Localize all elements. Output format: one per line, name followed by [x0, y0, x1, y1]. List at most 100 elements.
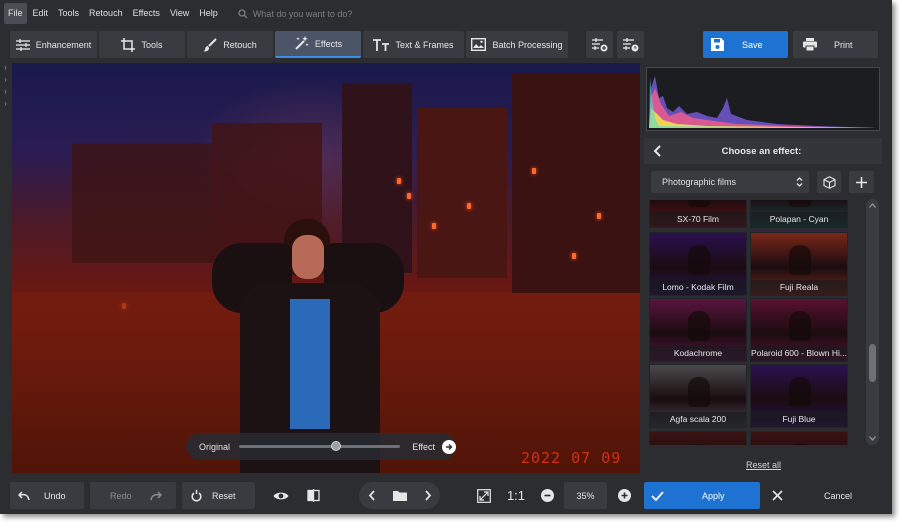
effect-label: Polapan - Cyan	[751, 212, 847, 227]
scrollbar-thumb[interactable]	[869, 344, 876, 382]
magic-wand-icon	[295, 36, 309, 50]
tab-effects[interactable]: Effects	[275, 31, 361, 58]
effect-thumb[interactable]: Polapan - Cyan	[750, 200, 848, 228]
cancel-label: Cancel	[824, 490, 853, 501]
fit-to-screen-button[interactable]	[472, 482, 496, 509]
tab-label: Enhancement	[35, 39, 92, 50]
history-button[interactable]	[617, 31, 644, 58]
chevron-right-icon: ›	[4, 99, 7, 108]
reset-button[interactable]: Reset	[182, 482, 255, 509]
slider-original-label: Original	[199, 441, 231, 452]
effect-thumb[interactable]: Agfa scala 200	[649, 364, 747, 428]
save-button[interactable]: Save	[703, 31, 788, 58]
close-icon	[772, 490, 783, 501]
effects-grid: SX-70 Film Polapan - Cyan Lomo - Kodak F…	[649, 200, 849, 445]
folder-icon[interactable]	[392, 490, 407, 501]
undo-icon	[18, 490, 30, 500]
date-stamp: 2022 07 09	[521, 449, 622, 467]
apply-button[interactable]: Apply	[644, 482, 760, 509]
zoom-in-button[interactable]	[614, 482, 634, 509]
effect-label: SX-70 Film	[650, 212, 746, 227]
compare-button[interactable]	[299, 482, 327, 509]
scroll-down-icon[interactable]	[869, 436, 876, 441]
building	[512, 73, 640, 293]
reset-icon	[191, 489, 202, 501]
crop-icon	[121, 37, 136, 52]
menu-view[interactable]: View	[166, 3, 193, 24]
tab-enhancement[interactable]: Enhancement	[10, 31, 97, 58]
tab-batch-processing[interactable]: Batch Processing	[466, 31, 568, 58]
menu-retouch[interactable]: Retouch	[85, 3, 127, 24]
category-value: Photographic films	[662, 177, 737, 187]
tab-label: Retouch	[223, 39, 257, 50]
zoom-out-button[interactable]	[537, 482, 557, 509]
effect-thumb[interactable]	[750, 431, 848, 445]
light	[597, 213, 601, 219]
back-icon[interactable]	[653, 145, 663, 157]
printer-icon	[803, 38, 817, 51]
text-icon	[373, 38, 390, 51]
add-effect-button[interactable]	[849, 171, 874, 193]
light	[432, 223, 436, 229]
redo-button[interactable]: Redo	[90, 482, 176, 509]
menu-bar: File Edit Tools Retouch Effects View Hel…	[0, 0, 892, 27]
effect-thumb[interactable]	[649, 431, 747, 445]
effect-thumb[interactable]: SX-70 Film	[649, 200, 747, 228]
histogram	[646, 67, 880, 131]
reset-all-link[interactable]: Reset all	[746, 460, 781, 470]
menu-tools[interactable]: Tools	[54, 3, 83, 24]
menu-effects[interactable]: Effects	[129, 3, 164, 24]
search-icon	[238, 8, 248, 18]
chevron-left-icon[interactable]	[368, 490, 376, 501]
light	[397, 178, 401, 184]
search-placeholder: What do you want to do?	[252, 8, 353, 19]
preview-eye-button[interactable]	[267, 482, 295, 509]
plus-icon	[856, 176, 867, 188]
collapsed-side-panel[interactable]: › › › ›	[0, 62, 11, 472]
effect-thumb[interactable]: Lomo - Kodak Film	[649, 232, 747, 296]
building	[72, 143, 212, 263]
chevron-right-icon[interactable]	[424, 490, 432, 501]
before-after-slider[interactable]: Original Effect	[186, 433, 456, 460]
menu-help[interactable]: Help	[195, 3, 222, 24]
print-label: Print	[834, 39, 853, 50]
floppy-disk-icon	[711, 38, 724, 51]
undo-button[interactable]: Undo	[10, 482, 84, 509]
search-box[interactable]: What do you want to do?	[238, 8, 353, 19]
photo-canvas[interactable]: 2022 07 09 Original Effect	[12, 63, 640, 473]
slider-knob[interactable]	[330, 441, 341, 451]
file-nav-group	[359, 482, 440, 509]
effect-thumb[interactable]: Fuji Reala	[750, 232, 848, 296]
effect-thumb[interactable]: Polaroid 600 - Blown Hi...	[750, 298, 848, 362]
lut-cube-button[interactable]	[817, 171, 841, 193]
effect-label: Polaroid 600 - Blown Hi...	[751, 346, 847, 361]
apply-label: Apply	[702, 490, 725, 501]
app-window: File Edit Tools Retouch Effects View Hel…	[0, 0, 892, 514]
ratio-label: 1:1	[506, 488, 526, 503]
effect-thumb[interactable]: Fuji Blue	[750, 364, 848, 428]
menu-edit[interactable]: Edit	[29, 3, 53, 24]
effects-scrollbar[interactable]	[866, 199, 879, 445]
category-select[interactable]: Photographic films	[651, 171, 809, 193]
scroll-up-icon[interactable]	[869, 203, 876, 208]
tab-label: Tools	[141, 39, 163, 50]
print-button[interactable]: Print	[793, 31, 878, 58]
tab-text-frames[interactable]: Text & Frames	[363, 31, 464, 58]
menu-file[interactable]: File	[4, 3, 27, 24]
zoom-field[interactable]: 35%	[564, 482, 607, 509]
image-stack-icon	[471, 38, 487, 51]
slider-track[interactable]	[238, 441, 401, 451]
tab-label: Batch Processing	[492, 39, 563, 50]
effect-thumb[interactable]: Kodachrome	[649, 298, 747, 362]
tab-tools[interactable]: Tools	[99, 31, 185, 58]
tab-retouch[interactable]: Retouch	[187, 31, 273, 58]
redo-icon	[149, 490, 162, 500]
redo-label: Redo	[110, 490, 132, 501]
undo-label: Undo	[44, 490, 66, 501]
actual-size-button[interactable]: 1:1	[502, 482, 530, 509]
cancel-button[interactable]: Cancel	[764, 482, 880, 509]
save-label: Save	[742, 39, 763, 50]
histogram-chart	[649, 76, 877, 128]
add-preset-button[interactable]	[586, 31, 613, 58]
arrow-right-icon[interactable]	[442, 439, 456, 454]
